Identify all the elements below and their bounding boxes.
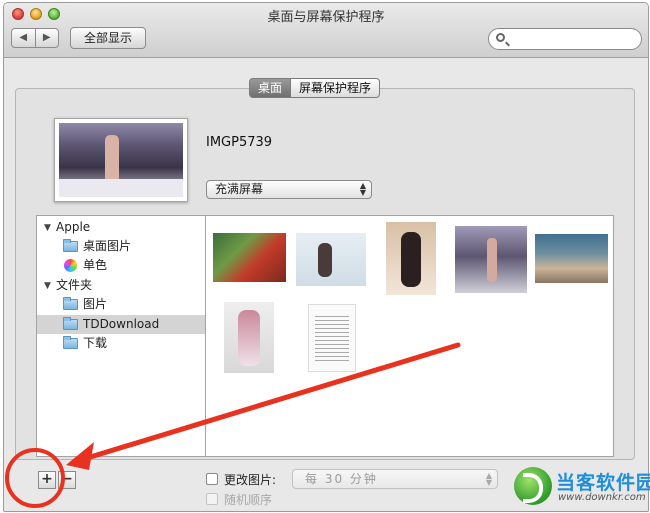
source-label: 单色 bbox=[83, 258, 108, 272]
tab-bar: 桌面 屏幕保护程序 bbox=[249, 78, 381, 98]
source-item-tddownload[interactable]: TDDownload bbox=[37, 315, 205, 334]
back-forward-control: ◀ ▶ bbox=[11, 28, 59, 48]
change-interval-popup[interactable]: 每 30 分钟 ▲ ▼ bbox=[292, 469, 498, 489]
source-label: 文件夹 bbox=[56, 278, 93, 292]
source-group-folders[interactable]: ▼ 文件夹 bbox=[37, 276, 205, 295]
search-icon bbox=[496, 33, 505, 42]
site-watermark: 当客软件园 www.downkr.com bbox=[514, 465, 650, 509]
back-arrow-icon[interactable]: ◀ bbox=[12, 29, 36, 47]
search-field bbox=[488, 28, 642, 50]
source-label: Apple bbox=[56, 220, 91, 234]
folder-icon bbox=[63, 336, 78, 349]
site-logo-icon bbox=[514, 467, 552, 505]
fit-mode-popup[interactable]: 充满屏幕 ▲ ▼ bbox=[206, 180, 372, 199]
forward-arrow-icon[interactable]: ▶ bbox=[36, 29, 59, 47]
change-picture-checkbox[interactable] bbox=[206, 473, 218, 485]
folder-icon bbox=[63, 239, 78, 252]
folder-icon bbox=[63, 317, 78, 330]
show-all-button[interactable]: 全部显示 bbox=[70, 27, 146, 49]
tab-screen-saver[interactable]: 屏幕保护程序 bbox=[291, 78, 381, 98]
source-item-desktop-pictures[interactable]: 桌面图片 bbox=[37, 237, 205, 256]
source-group-apple[interactable]: ▼ Apple bbox=[37, 218, 205, 237]
disclosure-triangle-icon[interactable]: ▼ bbox=[44, 277, 51, 296]
source-item-downloads[interactable]: 下载 bbox=[37, 334, 205, 353]
source-label: 桌面图片 bbox=[83, 239, 132, 253]
random-order-label: 随机顺序 bbox=[224, 493, 273, 507]
source-label: TDDownload bbox=[83, 317, 160, 331]
desktop-preview bbox=[54, 118, 188, 202]
picture-thumbnail[interactable] bbox=[224, 302, 274, 373]
picture-thumbnail[interactable] bbox=[386, 222, 436, 295]
source-label: 下载 bbox=[83, 336, 108, 350]
picture-thumbnail[interactable] bbox=[213, 233, 286, 282]
search-input[interactable] bbox=[511, 31, 639, 49]
source-list: ▼ Apple 桌面图片 单色 ▼ 文件夹 图片 TDDownload 下载 bbox=[36, 215, 206, 457]
picture-thumbnail[interactable] bbox=[535, 234, 608, 283]
tab-desktop[interactable]: 桌面 bbox=[249, 78, 292, 98]
color-wheel-icon bbox=[64, 259, 77, 272]
popup-arrows-icon: ▲ ▼ bbox=[359, 181, 366, 197]
watermark-title: 当客软件园 bbox=[556, 472, 650, 494]
source-item-pictures[interactable]: 图片 bbox=[37, 295, 205, 314]
popup-arrows-icon: ▲ ▼ bbox=[485, 471, 492, 487]
window-title: 桌面与屏幕保护程序 bbox=[267, 10, 385, 25]
title-bar: 桌面与屏幕保护程序 ◀ ▶ 全部显示 bbox=[4, 3, 648, 58]
watermark-url: www.downkr.com bbox=[558, 492, 646, 503]
current-picture-name: IMGP5739 bbox=[206, 135, 273, 150]
random-order-checkbox[interactable] bbox=[206, 493, 218, 505]
change-picture-label: 更改图片: bbox=[224, 473, 277, 487]
disclosure-triangle-icon[interactable]: ▼ bbox=[44, 219, 51, 238]
source-item-solid-colors[interactable]: 单色 bbox=[37, 256, 205, 275]
annotation-circle bbox=[5, 448, 65, 508]
picture-thumbnail[interactable] bbox=[455, 226, 527, 293]
source-label: 图片 bbox=[83, 297, 108, 311]
folder-icon bbox=[63, 297, 78, 310]
preview-image bbox=[59, 123, 183, 197]
picture-thumbnail[interactable] bbox=[296, 233, 366, 286]
picture-thumbnail[interactable] bbox=[308, 304, 356, 372]
fit-mode-value: 充满屏幕 bbox=[215, 182, 264, 196]
change-interval-value: 每 30 分钟 bbox=[305, 472, 378, 486]
